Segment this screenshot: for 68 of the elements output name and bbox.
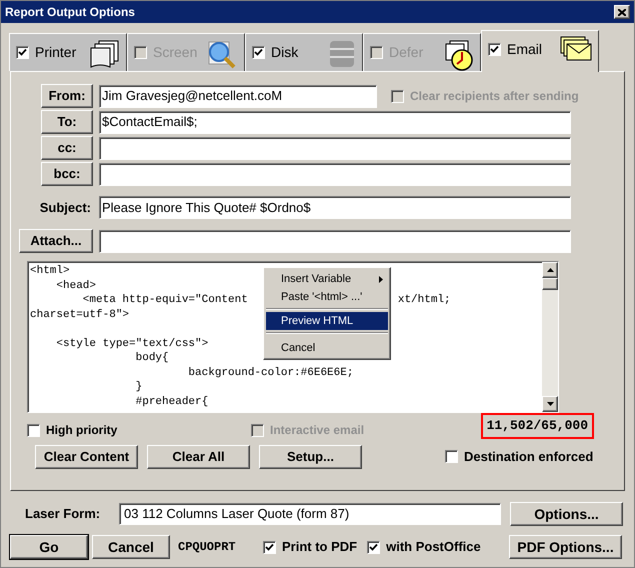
code-line: #preheader{ bbox=[134, 394, 208, 409]
tab-checkbox[interactable] bbox=[252, 46, 265, 59]
checkbox[interactable] bbox=[445, 450, 458, 463]
checkbox[interactable] bbox=[27, 424, 40, 436]
options-button[interactable]: Options... bbox=[510, 502, 623, 526]
tab-checkbox[interactable] bbox=[488, 43, 501, 56]
code-line: body{ bbox=[134, 351, 169, 366]
field-button[interactable]: To: bbox=[41, 110, 93, 134]
input-field[interactable] bbox=[99, 230, 571, 252]
go-button[interactable]: Go bbox=[10, 535, 88, 559]
cancel-button[interactable]: Cancel bbox=[92, 535, 170, 559]
up-arrow-icon bbox=[546, 268, 554, 272]
menu-item[interactable]: Cancel bbox=[266, 339, 388, 357]
code-line: } bbox=[134, 380, 142, 394]
code-line: background-color:#6E6E6E; bbox=[187, 366, 354, 380]
scrollbar[interactable] bbox=[542, 262, 558, 412]
menu-item[interactable]: Paste '<html> ...' bbox=[266, 288, 388, 306]
code-line: <html> bbox=[30, 264, 71, 278]
field-button[interactable]: cc: bbox=[41, 136, 93, 160]
envelope-icon bbox=[560, 36, 592, 62]
tab[interactable]: Printer bbox=[9, 33, 127, 71]
checkbox-label: with PostOffice bbox=[386, 538, 481, 556]
pdf-options-button[interactable]: PDF Options... bbox=[509, 535, 622, 559]
scroll-thumb[interactable] bbox=[542, 278, 558, 290]
magnifier-icon bbox=[206, 39, 238, 71]
scroll-up-button[interactable] bbox=[542, 262, 558, 278]
field-label: Laser Form: bbox=[25, 505, 102, 524]
close-button[interactable] bbox=[614, 5, 630, 19]
submenu-arrow-icon bbox=[379, 276, 383, 282]
input-field[interactable]: Please Ignore This Quote# $Ordno$ bbox=[99, 196, 571, 219]
field-button[interactable]: From: bbox=[41, 84, 93, 108]
menu-item[interactable]: Insert Variable bbox=[266, 270, 388, 288]
action-button[interactable]: Clear All bbox=[147, 445, 250, 469]
code-line: charset=utf-8"> bbox=[30, 308, 130, 322]
tab[interactable]: Disk bbox=[245, 33, 363, 71]
checkbox-label: High priority bbox=[46, 422, 118, 439]
checkbox-label: Interactive email bbox=[270, 422, 364, 439]
database-icon bbox=[328, 39, 356, 69]
field-button[interactable]: bcc: bbox=[41, 162, 93, 186]
field-label: Subject: bbox=[40, 198, 92, 217]
input-field[interactable]: $ContactEmail$; bbox=[99, 110, 571, 134]
character-counter: 11,502/65,000 bbox=[480, 413, 594, 438]
input-field[interactable]: Jim Gravesjeg@netcellent.coM bbox=[99, 84, 377, 108]
code-line: xt/html; bbox=[398, 293, 451, 308]
checkbox-label: Destination enforced bbox=[464, 448, 594, 466]
code-line: <meta http-equiv="Content bbox=[82, 293, 248, 308]
action-button[interactable]: Clear Content bbox=[35, 445, 138, 469]
checkbox-label: Print to PDF bbox=[282, 538, 358, 556]
input-field[interactable] bbox=[99, 162, 571, 186]
close-icon bbox=[618, 8, 626, 16]
window-title: Report Output Options bbox=[5, 4, 135, 21]
html-editor[interactable]: <html> <head> <meta http-equiv="Content xt/html; charset=utf-8"> <style type="text/css"> body{ background-color:#6E6E6E; } #preheader{ Insert Variable Paste '<html> ...' Preview HTML Cancel bbox=[27, 261, 559, 413]
action-button[interactable]: Setup... bbox=[259, 445, 362, 469]
program-name: CPQUOPRT bbox=[178, 539, 237, 556]
field-button[interactable]: Attach... bbox=[19, 229, 93, 253]
code-line: <style type="text/css"> bbox=[55, 336, 208, 351]
menu-item[interactable]: Preview HTML bbox=[266, 312, 388, 330]
tab[interactable]: Email bbox=[481, 30, 599, 72]
scroll-down-button[interactable] bbox=[542, 396, 558, 412]
input-field[interactable] bbox=[99, 136, 571, 160]
tab-checkbox[interactable] bbox=[16, 46, 29, 59]
down-arrow-icon bbox=[546, 402, 554, 406]
checkbox[interactable] bbox=[367, 540, 380, 554]
checkbox[interactable] bbox=[263, 540, 276, 554]
input-field[interactable]: 03 112 Columns Laser Quote (form 87) bbox=[119, 503, 501, 525]
checkbox-label: Clear recipients after sending bbox=[410, 88, 579, 105]
code-line: <head> bbox=[55, 278, 96, 293]
pages-icon bbox=[90, 39, 120, 69]
